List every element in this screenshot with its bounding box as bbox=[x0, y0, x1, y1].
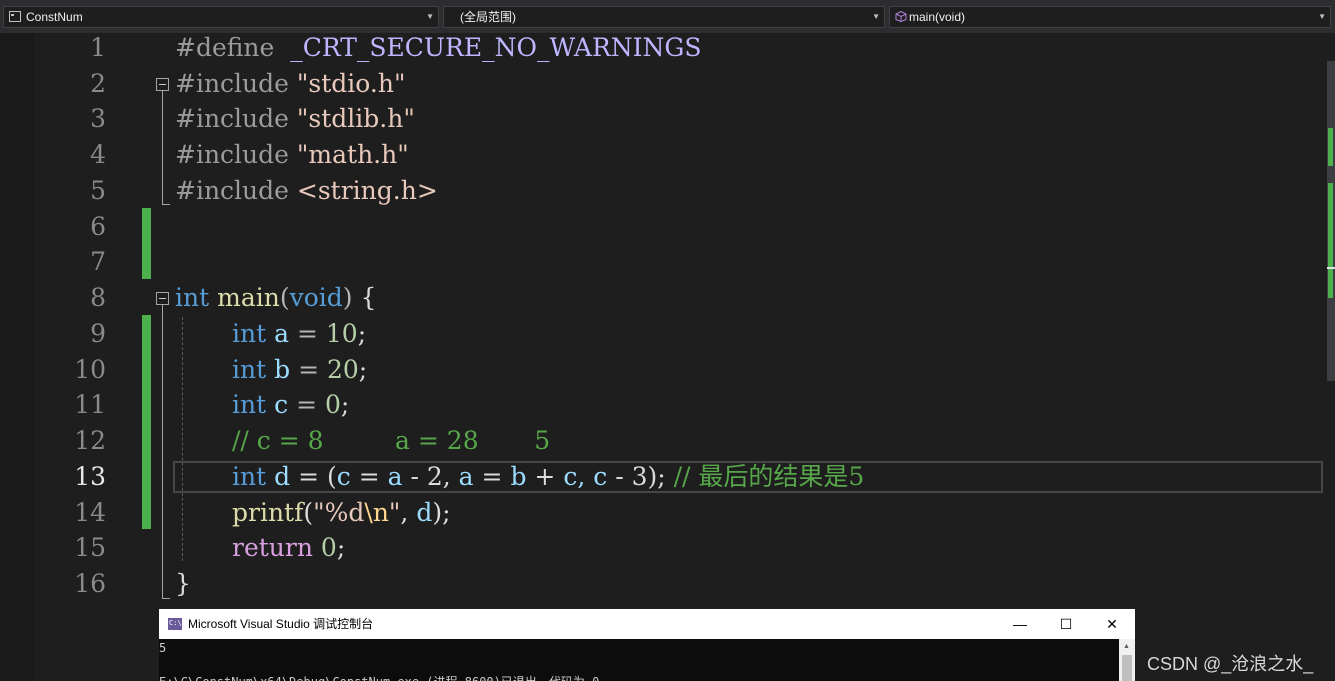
code-line-2: #include "stdio.h" bbox=[175, 69, 406, 98]
line-number: 6 bbox=[90, 212, 106, 241]
console-app-icon bbox=[168, 618, 182, 630]
chevron-down-icon: ▼ bbox=[426, 12, 434, 21]
scroll-up-icon[interactable]: ▲ bbox=[1123, 643, 1130, 650]
vertical-scrollbar[interactable] bbox=[1327, 33, 1335, 681]
change-indicator bbox=[142, 208, 151, 279]
code-line-13: int d = (c = a - 2, a = b + c, c - 3); /… bbox=[232, 462, 865, 491]
line-number: 1 bbox=[90, 33, 106, 62]
change-marker bbox=[1328, 128, 1333, 166]
function-cube-icon bbox=[895, 11, 907, 22]
member-label: main(void) bbox=[909, 10, 966, 24]
code-line-5: #include <string.h> bbox=[175, 176, 438, 205]
minimize-button[interactable]: — bbox=[997, 609, 1043, 639]
indent-guide bbox=[182, 317, 183, 561]
code-line-1: #define _CRT_SECURE_NO_WARNINGS bbox=[175, 33, 702, 62]
scope-dropdown[interactable]: (全局范围) ▼ bbox=[443, 6, 885, 28]
line-number: 15 bbox=[74, 533, 106, 562]
line-number: 10 bbox=[74, 355, 106, 384]
collapse-icon[interactable] bbox=[156, 292, 169, 305]
code-line-3: #include "stdlib.h" bbox=[175, 104, 415, 133]
fold-region-end bbox=[162, 598, 170, 599]
change-marker bbox=[1328, 183, 1333, 298]
code-line-9: int a = 10; bbox=[232, 319, 367, 348]
line-number: 8 bbox=[90, 283, 106, 312]
fold-region-end bbox=[162, 204, 170, 205]
console-output-line: 5 bbox=[159, 641, 167, 655]
project-name: ConstNum bbox=[26, 10, 83, 24]
code-line-15: return 0; bbox=[232, 533, 346, 562]
line-number: 5 bbox=[90, 176, 106, 205]
line-number: 14 bbox=[74, 498, 106, 527]
line-number: 11 bbox=[74, 390, 106, 419]
chevron-down-icon: ▼ bbox=[872, 12, 880, 21]
project-dropdown[interactable]: ConstNum ▼ bbox=[3, 6, 439, 28]
fold-region-line bbox=[162, 91, 163, 205]
code-editor[interactable]: 1 2 3 4 5 6 7 8 9 10 11 12 13 14 15 16 #… bbox=[0, 33, 1335, 681]
line-number: 2 bbox=[90, 69, 106, 98]
code-line-11: int c = 0; bbox=[232, 390, 350, 419]
line-number: 4 bbox=[90, 140, 106, 169]
console-title: Microsoft Visual Studio 调试控制台 bbox=[188, 617, 374, 631]
chevron-down-icon: ▼ bbox=[1318, 12, 1326, 21]
console-scrollbar-thumb[interactable] bbox=[1122, 655, 1132, 681]
debug-console-window[interactable]: Microsoft Visual Studio 调试控制台 — ☐ ✕ 5 E:… bbox=[159, 609, 1135, 681]
member-dropdown[interactable]: main(void) ▼ bbox=[889, 6, 1331, 28]
line-number: 7 bbox=[90, 247, 106, 276]
line-number: 16 bbox=[74, 569, 106, 598]
navigation-bar: ConstNum ▼ (全局范围) ▼ main(void) ▼ bbox=[0, 0, 1335, 33]
line-number-current: 13 bbox=[74, 462, 106, 491]
console-scrollbar[interactable]: ▲ bbox=[1119, 639, 1135, 681]
project-icon bbox=[9, 11, 21, 22]
watermark: CSDN @_沧浪之水_ bbox=[1147, 654, 1314, 674]
code-line-10: int b = 20; bbox=[232, 355, 368, 384]
line-number: 9 bbox=[90, 319, 106, 348]
caret-position-marker bbox=[1327, 267, 1335, 269]
code-line-4: #include "math.h" bbox=[175, 140, 409, 169]
scope-label: (全局范围) bbox=[460, 10, 516, 24]
fold-region-line bbox=[162, 305, 163, 599]
console-output-line: E:\C\ConstNum\x64\Debug\ConstNum.exe (进程… bbox=[159, 673, 611, 681]
code-line-16: } bbox=[175, 569, 191, 598]
console-output[interactable]: 5 E:\C\ConstNum\x64\Debug\ConstNum.exe (… bbox=[159, 639, 1117, 681]
code-line-14: printf("%d\n", d); bbox=[232, 498, 451, 527]
close-button[interactable]: ✕ bbox=[1089, 609, 1135, 639]
collapse-icon[interactable] bbox=[156, 78, 169, 91]
console-title-bar[interactable]: Microsoft Visual Studio 调试控制台 — ☐ ✕ bbox=[159, 609, 1135, 639]
maximize-button[interactable]: ☐ bbox=[1043, 609, 1089, 639]
code-line-12: // c = 8 a = 28 5 bbox=[232, 426, 551, 455]
selection-margin bbox=[0, 33, 34, 681]
line-number: 3 bbox=[90, 104, 106, 133]
line-number: 12 bbox=[74, 426, 106, 455]
change-indicator bbox=[142, 315, 151, 529]
code-line-8: int main(void) { bbox=[175, 283, 377, 312]
